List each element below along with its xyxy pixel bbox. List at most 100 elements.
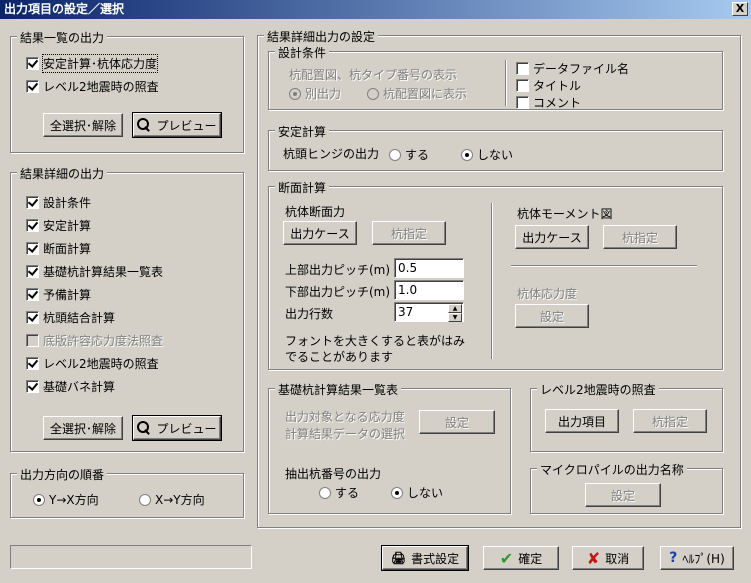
button-label: プレビュー [156,118,217,133]
level2-group: レベル2地震時の照査 出力項目 杭指定 [530,381,723,452]
list-select-all-button[interactable]: 全選択･解除 [43,113,123,137]
detail-summary-checkbox[interactable]: 基礎杭計算結果一覧表 [26,263,163,280]
list-output-level2-checkbox[interactable]: レベル2地震時の照査 [26,78,159,95]
detail-preliminary-checkbox[interactable]: 予備計算 [26,286,91,303]
stress-setting-button: 設定 [515,304,589,328]
datafile-name-checkbox[interactable]: データファイル名 [516,60,629,77]
detail-section-checkbox[interactable]: 断面計算 [26,240,91,257]
list-output-stability-checkbox[interactable]: 安定計算･杭体応力度 [26,54,159,73]
direction-yx-radio[interactable]: Y→X方向 [33,491,99,508]
title-checkbox[interactable]: タイトル [516,77,581,94]
checkbox-box[interactable] [26,311,39,324]
stress-label: 杭体応力度 [517,287,578,301]
ok-button[interactable]: ✔ 確定 [483,546,559,570]
radio-circle[interactable] [319,486,331,499]
rows-stepper[interactable]: 37 ▲ ▼ [394,302,464,322]
window-title: 出力項目の設定／選択 [4,2,125,16]
moment-output-case-button[interactable]: 出力ケース [515,225,589,249]
hinge-yes-radio[interactable]: する [389,146,429,163]
list-preview-button[interactable]: プレビュー [132,112,222,138]
micropile-group: マイクロパイルの出力名称 設定 [530,461,723,514]
section-legend: 断面計算 [275,179,330,196]
radio-circle [367,87,379,100]
lower-pitch-field[interactable]: 1.0 [394,280,464,300]
radio-circle[interactable] [389,148,401,161]
spin-down-icon[interactable]: ▼ [448,313,462,322]
direction-xy-radio[interactable]: X→Y方向 [139,491,205,508]
detail-design-checkbox[interactable]: 設計条件 [26,194,91,211]
hinge-no-radio[interactable]: しない [461,146,513,163]
micropile-legend: マイクロパイルの出力名称 [537,461,687,478]
title-bar: 出力項目の設定／選択 X [0,0,751,19]
upper-pitch-label: 上部出力ピッチ(m) [285,263,391,277]
radio-circle[interactable] [139,493,151,506]
checkbox-box[interactable] [26,380,39,393]
radio-label: しない [407,486,444,500]
comment-checkbox[interactable]: コメント [516,94,581,111]
detail-select-all-button[interactable]: 全選択･解除 [43,416,123,440]
level2-output-items-button[interactable]: 出力項目 [545,409,619,433]
separate-output-radio: 別出力 [289,85,341,102]
button-label: 設定 [610,488,635,503]
checkbox-box[interactable] [26,357,39,370]
section-pile-select-button: 杭指定 [372,221,446,245]
cross-icon: ✘ [586,548,601,568]
close-button[interactable]: X [732,2,748,16]
button-label: 出力ケース [290,226,350,241]
button-label: 書式設定 [411,551,460,566]
detail-level2-checkbox[interactable]: レベル2地震時の照査 [26,355,159,372]
detail-spring-checkbox[interactable]: 基礎バネ計算 [26,378,115,395]
checkbox-label: 予備計算 [43,288,92,302]
cancel-button[interactable]: ✘ 取消 [572,546,644,570]
checkbox-box[interactable] [516,79,529,92]
detail-pilehead-checkbox[interactable]: 杭頭結合計算 [26,309,115,326]
checkbox-box[interactable] [26,219,39,232]
format-settings-button[interactable]: 🖨 書式設定 [381,545,469,571]
detail-output-group: 結果詳細の出力 設計条件 安定計算 断面計算 基礎杭計算結果一覧表 予備計算 杭… [10,165,244,452]
radio-circle[interactable] [461,148,473,161]
lower-pitch-label: 下部出力ピッチ(m) [285,285,391,299]
checkbox-box[interactable] [26,265,39,278]
summary-target-label: 出力対象となる応力度 [285,410,405,424]
radio-circle[interactable] [33,493,45,506]
help-button[interactable]: ? ﾍﾙﾌﾟ(H) [660,546,734,570]
checkbox-box[interactable] [26,196,39,209]
stability-group: 安定計算 杭頭ヒンジの出力 する しない [268,123,723,171]
divider [505,60,507,106]
upper-pitch-field[interactable]: 0.5 [394,258,464,278]
checkbox-box[interactable] [516,96,529,109]
summary-group: 基礎杭計算結果一覧表 出力対象となる応力度 計算結果データの選択 設定 抽出杭番… [268,381,511,514]
radio-circle[interactable] [391,486,403,499]
checkbox-label: 杭頭結合計算 [43,311,116,325]
checkbox-box[interactable] [26,57,39,70]
section-group: 断面計算 杭体断面力 出力ケース 杭指定 上部出力ピッチ(m) 0.5 下部出力… [268,179,723,370]
button-label: 確定 [518,551,543,566]
list-output-group: 結果一覧の出力 安定計算･杭体応力度 レベル2地震時の照査 全選択･解除 プレビ… [10,29,244,153]
checkbox-box[interactable] [516,62,529,75]
rows-spin[interactable]: ▲ ▼ [448,304,462,322]
show-in-layout-radio: 杭配置図に表示 [367,85,467,102]
rows-label: 出力行数 [285,307,334,321]
checkbox-label: 安定計算･杭体応力度 [41,54,159,73]
radio-label: Y→X方向 [49,493,99,507]
divider [511,265,697,267]
spin-up-icon[interactable]: ▲ [448,304,462,313]
divider [491,203,493,359]
detail-stability-checkbox[interactable]: 安定計算 [26,217,91,234]
summary-data-label: 計算結果データの選択 [285,427,406,441]
checkbox-box[interactable] [26,288,39,301]
checkbox-box[interactable] [26,80,39,93]
stability-legend: 安定計算 [275,123,330,140]
radio-label: 杭配置図に表示 [383,87,468,101]
button-label: ﾍﾙﾌﾟ(H) [682,551,725,566]
checkbox-box[interactable] [26,242,39,255]
button-label: 出力項目 [557,414,606,429]
button-label: プレビュー [156,421,217,436]
rows-value: 37 [398,305,414,319]
printer-icon: 🖨 [390,551,407,565]
extract-no-radio[interactable]: しない [391,484,443,501]
direction-group: 出力方向の順番 Y→X方向 X→Y方向 [10,466,244,518]
section-output-case-button[interactable]: 出力ケース [283,221,357,245]
extract-yes-radio[interactable]: する [319,484,359,501]
detail-preview-button[interactable]: プレビュー [132,415,222,441]
